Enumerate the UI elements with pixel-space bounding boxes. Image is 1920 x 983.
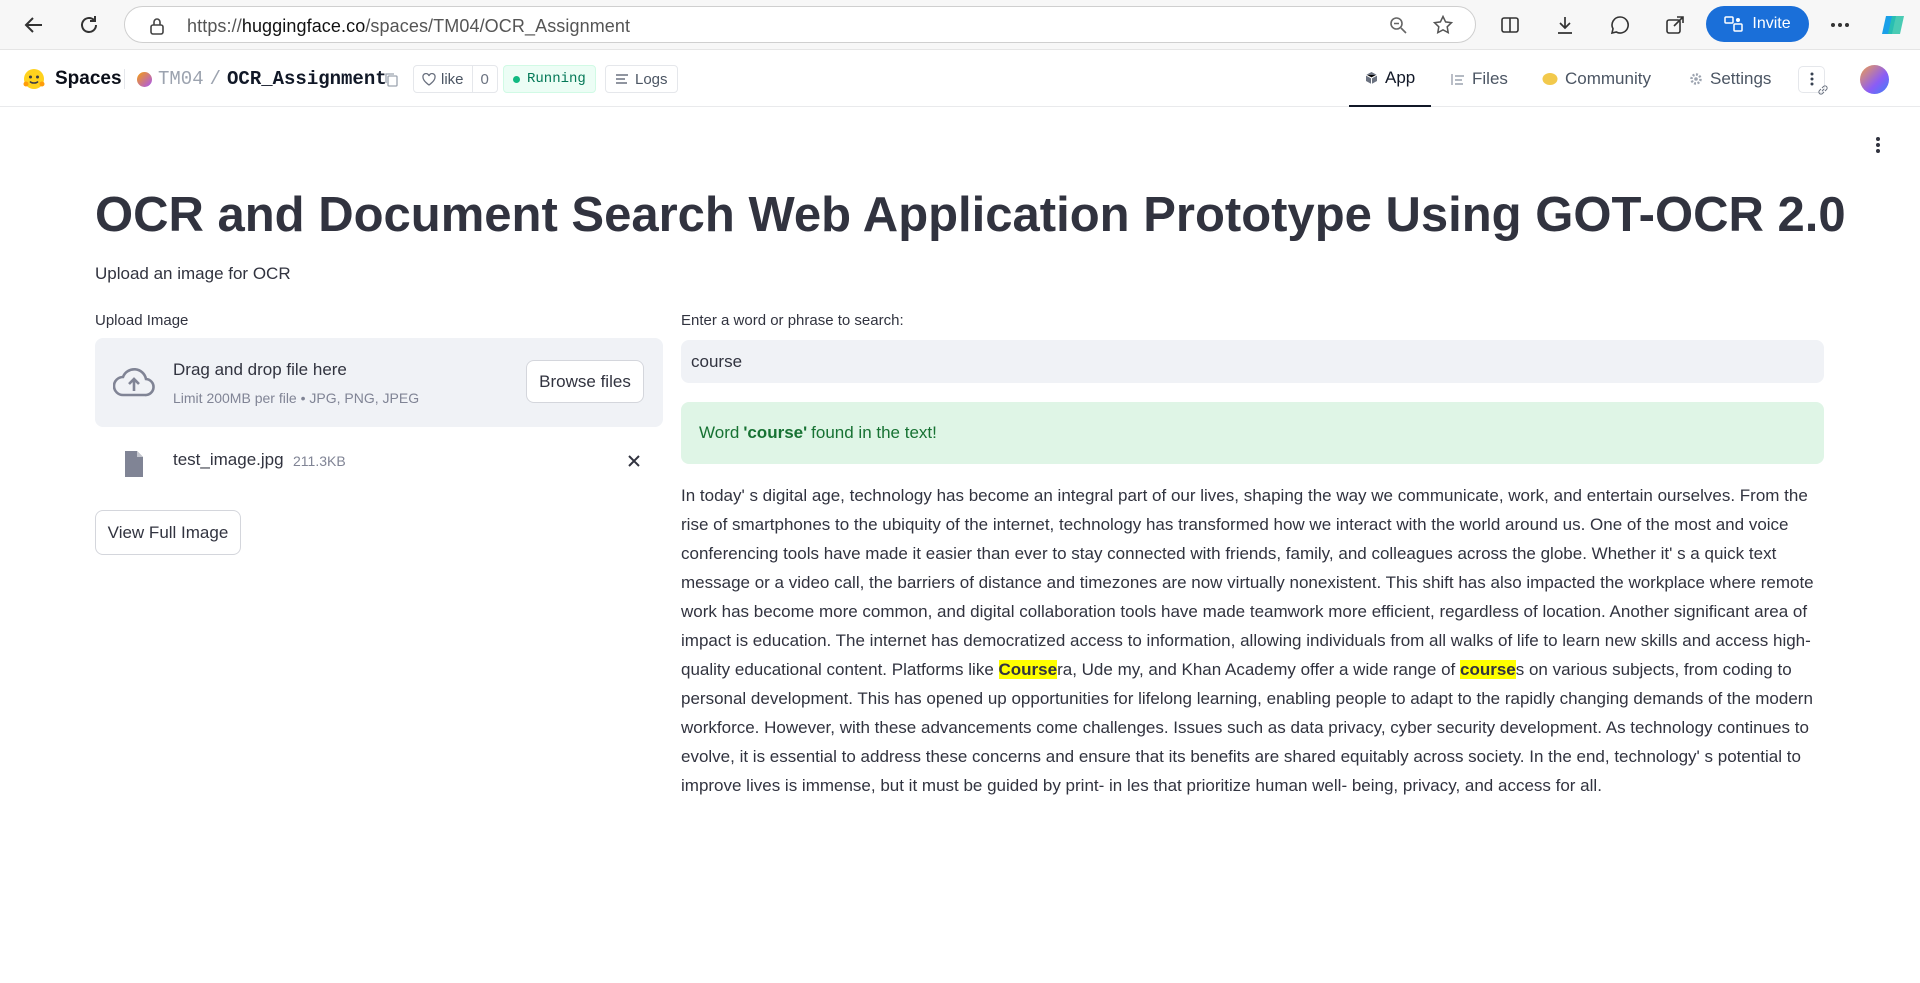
file-icon	[125, 451, 143, 477]
files-icon	[1451, 73, 1464, 85]
logs-button[interactable]: Logs	[605, 65, 678, 93]
tab-community-label: Community	[1565, 69, 1651, 88]
address-bar[interactable]: https://huggingface.co/spaces/TM04/OCR_A…	[124, 6, 1476, 43]
remove-file-icon[interactable]	[626, 453, 642, 474]
path-separator: /	[209, 68, 222, 90]
status-dot	[513, 75, 520, 83]
search-highlight: course	[1459, 660, 1516, 679]
page-title: OCR and Document Search Web Application …	[95, 188, 1846, 242]
lock-icon[interactable]	[149, 17, 165, 40]
page-subtitle: Upload an image for OCR	[95, 264, 291, 283]
ocr-text-part: In today' s digital age, technology has …	[681, 486, 1814, 679]
success-alert: Word 'course' found in the text!	[681, 402, 1824, 464]
invite-button[interactable]: Invite	[1706, 6, 1809, 42]
tab-files[interactable]: Files	[1451, 51, 1508, 107]
app-menu-icon[interactable]	[1876, 137, 1880, 158]
reload-icon[interactable]	[73, 9, 105, 41]
tab-community[interactable]: Community	[1542, 51, 1651, 107]
copy-icon[interactable]	[384, 51, 398, 107]
file-name: test_image.jpg	[173, 450, 284, 469]
alert-suffix: found in the text!	[811, 423, 937, 442]
link-icon	[1818, 84, 1828, 95]
space-header: Spaces TM04 / OCR_Assignment like 0 Runn…	[0, 51, 1920, 107]
dropzone-instructions: Drag and drop file here	[173, 360, 347, 379]
alert-word: 'course'	[743, 423, 808, 442]
back-icon[interactable]	[18, 9, 50, 41]
tab-settings-label: Settings	[1710, 69, 1772, 88]
upload-label: Upload Image	[95, 312, 189, 329]
gear-icon	[1690, 73, 1702, 85]
logs-label: Logs	[635, 70, 668, 88]
ocr-text-part: s on various subjects, from coding to pe…	[681, 660, 1813, 795]
tab-files-label: Files	[1472, 69, 1508, 88]
url-text[interactable]: https://huggingface.co/spaces/TM04/OCR_A…	[187, 16, 630, 37]
hugging-face-logo-icon	[23, 69, 45, 89]
chat-icon[interactable]	[1604, 9, 1636, 41]
browser-toolbar: https://huggingface.co/spaces/TM04/OCR_A…	[0, 0, 1920, 50]
more-options-icon[interactable]	[1824, 9, 1856, 41]
owner-link[interactable]: TM04	[158, 68, 204, 90]
like-button[interactable]: like 0	[413, 65, 498, 93]
repo-name[interactable]: OCR_Assignment	[227, 68, 387, 90]
dropzone-limit: Limit 200MB per file • JPG, PNG, JPEG	[173, 390, 420, 406]
favorite-star-icon[interactable]	[1432, 14, 1454, 40]
like-section[interactable]: like	[414, 71, 472, 88]
alert-prefix: Word	[699, 423, 740, 442]
like-count: 0	[471, 66, 497, 92]
status-label: Running	[527, 71, 586, 87]
split-screen-icon[interactable]	[1494, 9, 1526, 41]
people-icon	[1724, 16, 1744, 32]
app-container: OCR and Document Search Web Application …	[0, 107, 1920, 983]
share-icon[interactable]	[1659, 9, 1691, 41]
heart-icon	[422, 72, 436, 86]
invite-label: Invite	[1752, 15, 1791, 32]
browse-files-button[interactable]: Browse files	[526, 360, 644, 403]
uploaded-file: test_image.jpg 211.3KB	[95, 442, 663, 492]
tab-settings[interactable]: Settings	[1689, 51, 1771, 107]
copilot-icon[interactable]	[1880, 12, 1906, 38]
zoom-icon[interactable]	[1389, 16, 1407, 39]
cloud-upload-icon	[113, 367, 155, 397]
like-label: like	[441, 70, 464, 88]
download-icon[interactable]	[1549, 9, 1581, 41]
file-dropzone[interactable]: Drag and drop file here Limit 200MB per …	[95, 338, 663, 427]
divider	[124, 69, 125, 89]
ocr-result-text: In today' s digital age, technology has …	[681, 481, 1824, 800]
search-label: Enter a word or phrase to search:	[681, 312, 904, 329]
ocr-text-part: ra, Ude my, and Khan Academy offer a wid…	[1057, 660, 1460, 679]
kebab-icon	[1810, 72, 1813, 86]
file-size: 211.3KB	[293, 453, 346, 469]
search-input[interactable]	[681, 340, 1824, 383]
community-icon	[1542, 73, 1558, 85]
tab-app[interactable]: App	[1349, 51, 1432, 107]
status-badge[interactable]: Running	[503, 65, 596, 93]
view-full-image-button[interactable]: View Full Image	[95, 510, 241, 555]
space-options-button[interactable]	[1798, 65, 1828, 95]
logs-icon	[616, 74, 628, 84]
spaces-label: Spaces	[55, 68, 122, 89]
cube-icon	[1365, 72, 1378, 84]
tab-app-label: App	[1385, 68, 1416, 87]
user-avatar[interactable]	[1860, 64, 1889, 94]
spaces-link[interactable]: Spaces	[22, 51, 122, 107]
owner-avatar	[137, 71, 152, 87]
search-highlight: Course	[998, 660, 1058, 679]
